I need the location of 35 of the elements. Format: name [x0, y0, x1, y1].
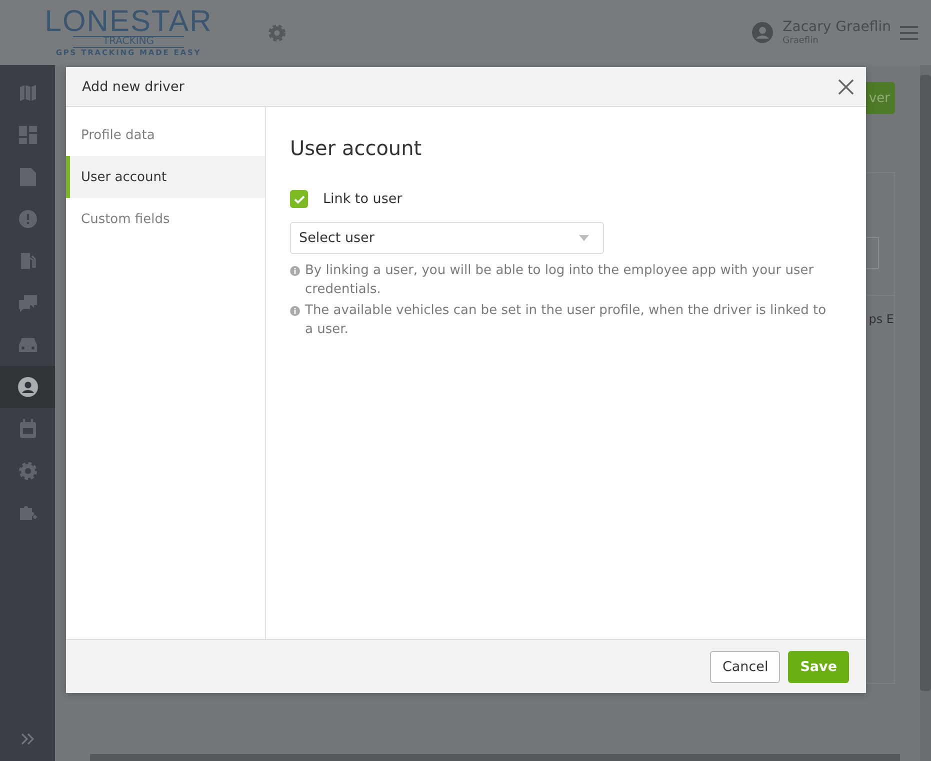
table-cell: ps E	[868, 312, 894, 326]
document-icon[interactable]	[18, 167, 36, 187]
nav-tab[interactable]: Profile data	[66, 114, 265, 156]
info-note: By linking a user, you will be able to log into the employee app with your user credentials.	[305, 262, 815, 298]
caret-icon	[579, 235, 589, 241]
calendar-icon[interactable]	[18, 419, 36, 439]
map-icon[interactable]	[18, 83, 38, 103]
info-icon	[290, 306, 300, 316]
nav-tab[interactable]: Custom fields	[66, 198, 265, 240]
section-title: User account	[290, 136, 423, 160]
logo-subtitle: TRACKING	[72, 36, 184, 48]
user-dropdown[interactable]: Select user	[290, 222, 604, 254]
settings-icon[interactable]	[267, 22, 287, 42]
nav-tab[interactable]: User account	[66, 156, 265, 198]
checkbox-label[interactable]: Link to user	[323, 191, 402, 207]
close-icon[interactable]	[836, 76, 856, 96]
logo-wordmark: LONESTAR	[44, 8, 212, 36]
info-note: The available vehicles can be set in the user profile, when the driver is linked to a user.	[305, 302, 828, 338]
checkbox[interactable]	[290, 190, 308, 208]
car-icon[interactable]	[18, 336, 38, 354]
dashboard-icon[interactable]	[18, 125, 38, 145]
chat-icon[interactable]	[18, 293, 38, 313]
expand-icon[interactable]	[20, 732, 36, 746]
user-icon[interactable]	[18, 377, 38, 397]
menu-icon[interactable]	[899, 24, 919, 40]
vertical-scrollbar[interactable]	[920, 75, 931, 691]
settings-icon[interactable]	[18, 461, 38, 481]
dialog-title: Add new driver	[82, 78, 186, 94]
horizontal-scrollbar[interactable]	[90, 754, 900, 761]
cancel-button[interactable]: Cancel	[710, 650, 780, 682]
puzzle-icon[interactable]	[18, 503, 38, 523]
alert-icon[interactable]	[18, 209, 38, 229]
info-icon	[290, 266, 300, 276]
check-icon	[294, 194, 304, 204]
user-avatar-icon[interactable]	[752, 22, 773, 43]
